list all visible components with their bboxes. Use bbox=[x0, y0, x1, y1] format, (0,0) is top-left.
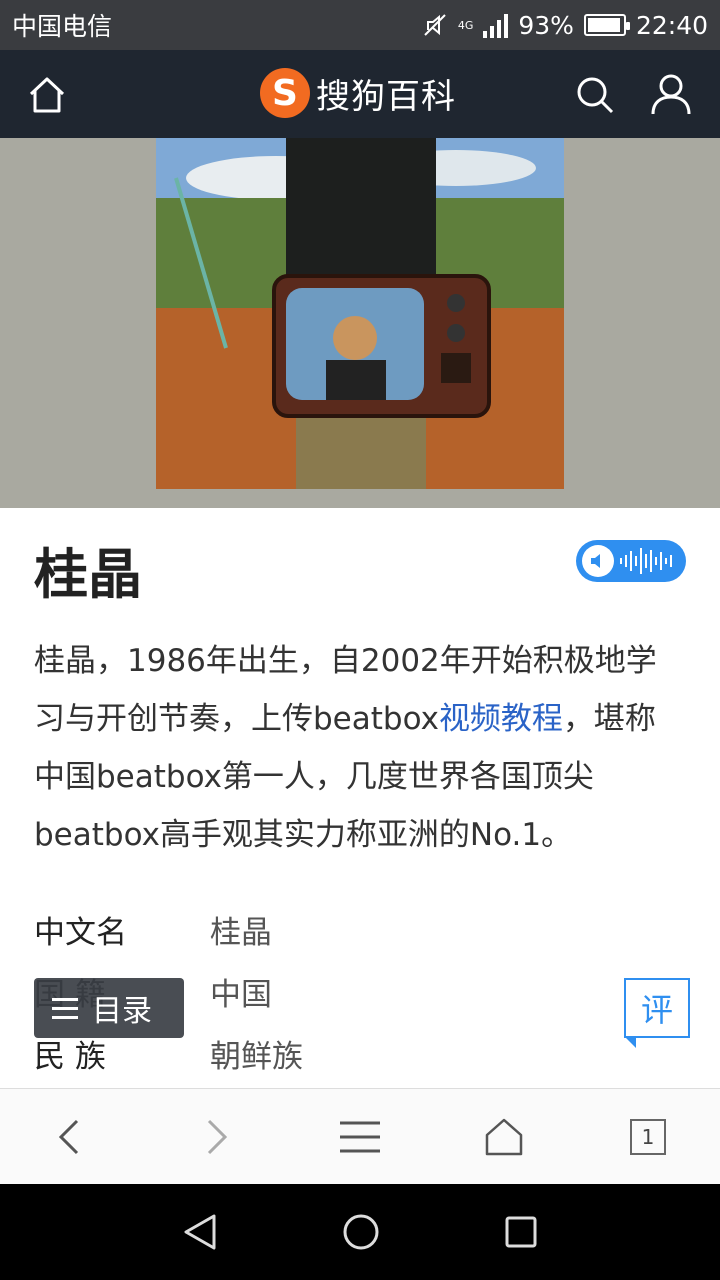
speaker-icon bbox=[582, 545, 614, 577]
user-icon[interactable] bbox=[650, 72, 692, 116]
battery-percent: 93% bbox=[518, 10, 574, 40]
nav-recents-icon[interactable] bbox=[501, 1212, 541, 1252]
article-summary: 桂晶，1986年出生，自2002年开始积极地学习与开创节奏，上传beatbox视… bbox=[34, 632, 684, 864]
comment-button[interactable]: 评 bbox=[624, 978, 690, 1048]
sogou-logo-icon: S bbox=[260, 68, 310, 118]
mute-icon bbox=[424, 14, 446, 36]
clock: 22:40 bbox=[635, 10, 708, 40]
article-photo[interactable] bbox=[156, 138, 564, 489]
chevron-right-icon bbox=[207, 1119, 228, 1155]
brand-name: 搜狗百科 bbox=[316, 76, 456, 117]
audio-play-button[interactable] bbox=[576, 540, 686, 582]
hero-banner bbox=[0, 138, 720, 508]
browser-home-button[interactable] bbox=[478, 1111, 530, 1163]
forward-button[interactable] bbox=[190, 1111, 242, 1163]
app-header: S 搜狗百科 bbox=[0, 50, 720, 138]
photo-illustration bbox=[156, 138, 564, 489]
back-button[interactable] bbox=[44, 1111, 96, 1163]
home-icon[interactable] bbox=[26, 74, 68, 116]
menu-icon bbox=[52, 997, 78, 1019]
battery-icon bbox=[583, 14, 630, 36]
infobox-key: 中文名 bbox=[34, 914, 127, 951]
network-type: 4G bbox=[457, 18, 474, 32]
infobox-row: 中文名 桂晶 bbox=[34, 898, 684, 960]
carrier-name: 中国电信 bbox=[12, 12, 113, 41]
status-bar: 中国电信 4G 93% 22:40 bbox=[0, 0, 720, 50]
toc-button[interactable]: 目录 bbox=[34, 978, 184, 1038]
nav-back-icon[interactable] bbox=[180, 1212, 220, 1252]
home-icon bbox=[485, 1118, 523, 1156]
browser-toolbar: 1 bbox=[0, 1088, 720, 1184]
infobox-value: 朝鲜族 bbox=[210, 1038, 303, 1075]
toc-label: 目录 bbox=[92, 994, 152, 1029]
menu-icon bbox=[340, 1121, 380, 1153]
search-icon[interactable] bbox=[574, 74, 616, 116]
signal-icon bbox=[483, 12, 509, 38]
infobox-value: 桂晶 bbox=[210, 914, 272, 951]
brand-logo[interactable]: S 搜狗百科 bbox=[260, 68, 456, 118]
tab-count: 1 bbox=[630, 1119, 666, 1155]
browser-menu-button[interactable] bbox=[334, 1111, 386, 1163]
tabs-button[interactable]: 1 bbox=[622, 1111, 674, 1163]
system-nav-bar bbox=[0, 1184, 720, 1280]
page-title: 桂晶 bbox=[34, 543, 142, 606]
nav-home-icon[interactable] bbox=[341, 1212, 381, 1252]
chevron-left-icon bbox=[58, 1119, 79, 1155]
infobox-value: 中国 bbox=[210, 976, 272, 1013]
sound-wave-icon bbox=[620, 546, 672, 576]
video-tutorial-link[interactable]: 视频教程 bbox=[439, 701, 563, 737]
